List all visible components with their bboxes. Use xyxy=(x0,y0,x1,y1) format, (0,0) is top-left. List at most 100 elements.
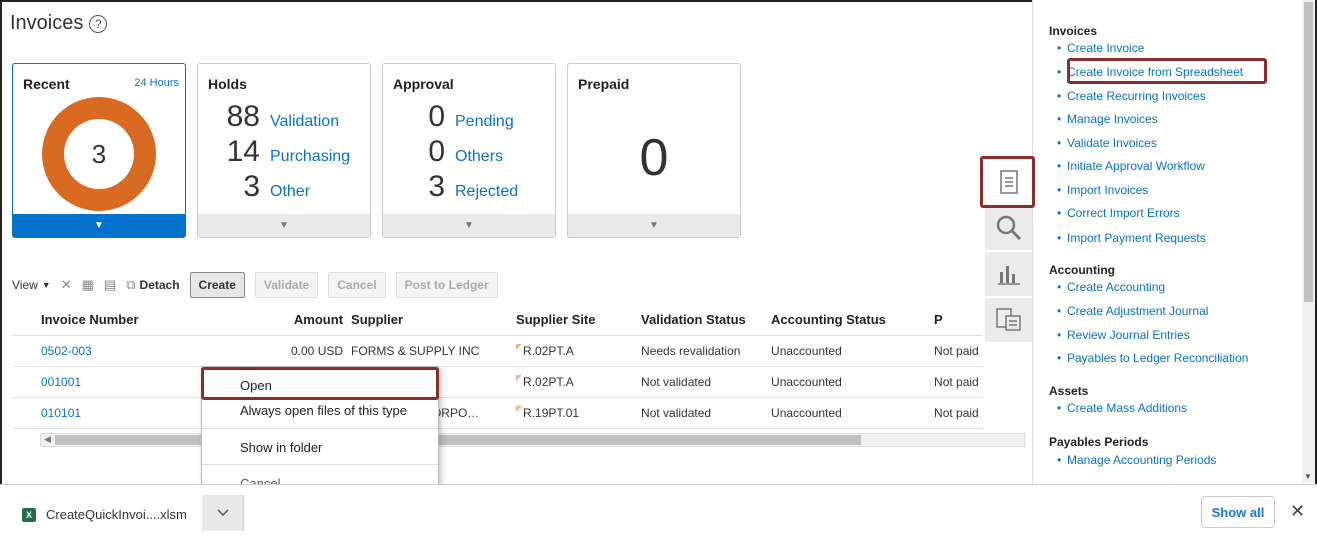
column-header-validation-status[interactable]: Validation Status xyxy=(637,305,768,336)
holds-card[interactable]: Holds 88 Validation 14 Purchasing 3 Othe… xyxy=(197,63,371,238)
delete-icon[interactable]: ✕ xyxy=(61,277,72,293)
column-header-invoice-number[interactable]: Invoice Number xyxy=(37,305,287,336)
prepaid-count: 0 xyxy=(639,129,669,187)
row-selector[interactable] xyxy=(12,366,37,398)
column-header-supplier-site[interactable]: Supplier Site xyxy=(512,305,638,336)
holds-purchasing-count: 14 xyxy=(226,135,260,168)
page-title: Invoices xyxy=(10,12,84,34)
row-selector[interactable] xyxy=(12,335,37,367)
supplier-site-cell: R.19PT.01 xyxy=(512,397,638,429)
approval-others-link[interactable]: Others xyxy=(455,148,503,166)
approval-rejected-metric[interactable]: 3 Rejected xyxy=(393,170,518,204)
row-selector[interactable] xyxy=(12,397,37,429)
column-header-supplier[interactable]: Supplier xyxy=(347,305,513,336)
approval-pending-link[interactable]: Pending xyxy=(455,113,514,131)
task-validate-invoices[interactable]: Validate Invoices xyxy=(1057,136,1157,150)
task-correct-import-errors[interactable]: Correct Import Errors xyxy=(1057,206,1180,220)
invoice-number-link[interactable]: 0502-003 xyxy=(37,335,287,367)
view-menu-label: View xyxy=(12,278,38,292)
tasks-icon[interactable] xyxy=(985,160,1033,204)
approval-others-count: 0 xyxy=(428,135,445,168)
menu-item-open[interactable]: Open xyxy=(240,378,272,393)
post-to-ledger-button[interactable]: Post to Ledger xyxy=(395,272,498,298)
caret-down-icon: ▼ xyxy=(41,280,51,290)
table-row[interactable]: 001001 PPLY INC R.02PT.A Not validated U… xyxy=(12,366,983,398)
scroll-down-icon[interactable]: ▼ xyxy=(1304,472,1312,481)
task-review-journal-entries[interactable]: Review Journal Entries xyxy=(1057,328,1190,342)
tasks-section-assets: Assets xyxy=(1049,384,1089,398)
holds-other-metric[interactable]: 3 Other xyxy=(208,170,310,204)
detach-button[interactable]: ⧉ Detach xyxy=(126,277,179,293)
help-icon[interactable]: ? xyxy=(89,14,108,33)
payment-status-cell: Not paid xyxy=(930,397,983,429)
approval-rejected-link[interactable]: Rejected xyxy=(455,183,518,201)
accounting-status-cell: Unaccounted xyxy=(767,397,931,429)
tasks-panel: Invoices Create Invoice Create Invoice f… xyxy=(1032,0,1302,483)
recent-card[interactable]: Recent 24 Hours 3 ▼ xyxy=(12,63,186,238)
menu-item-show-in-folder[interactable]: Show in folder xyxy=(240,440,322,455)
holds-other-count: 3 xyxy=(243,170,260,203)
holds-validation-metric[interactable]: 88 Validation xyxy=(208,100,339,134)
holds-other-link[interactable]: Other xyxy=(270,183,310,201)
create-button[interactable]: Create xyxy=(189,272,245,298)
reports-icon[interactable] xyxy=(985,298,1033,342)
chevron-down-icon[interactable]: ▼ xyxy=(383,214,555,237)
chevron-down-icon[interactable]: ▼ xyxy=(13,214,185,237)
column-header-payment-status[interactable]: P xyxy=(930,305,983,336)
scrollbar-thumb[interactable] xyxy=(1304,2,1313,302)
task-create-recurring-invoices[interactable]: Create Recurring Invoices xyxy=(1057,89,1206,103)
scroll-left-icon[interactable]: ◀ xyxy=(44,434,51,445)
task-create-invoice[interactable]: Create Invoice xyxy=(1057,41,1144,55)
invoices-table: Invoice Number Amount Supplier Supplier … xyxy=(12,305,983,429)
task-manage-accounting-periods[interactable]: Manage Accounting Periods xyxy=(1057,453,1216,467)
task-initiate-approval-workflow[interactable]: Initiate Approval Workflow xyxy=(1057,159,1205,173)
task-create-invoice-from-spreadsheet[interactable]: Create Invoice from Spreadsheet xyxy=(1057,65,1243,79)
recent-donut-chart[interactable]: 3 xyxy=(42,97,156,211)
task-manage-invoices[interactable]: Manage Invoices xyxy=(1057,112,1158,126)
task-import-invoices[interactable]: Import Invoices xyxy=(1057,183,1148,197)
show-all-button[interactable]: Show all xyxy=(1201,496,1275,528)
horizontal-scrollbar[interactable]: ◀ xyxy=(40,433,1025,447)
wrap-icon[interactable]: ▤ xyxy=(104,277,116,293)
menu-divider xyxy=(202,464,438,465)
holds-validation-link[interactable]: Validation xyxy=(270,113,339,131)
task-create-mass-additions[interactable]: Create Mass Additions xyxy=(1057,401,1187,415)
prepaid-card[interactable]: Prepaid 0 ▼ xyxy=(567,63,741,238)
search-icon[interactable] xyxy=(985,206,1033,250)
supplier-site-cell: R.02PT.A xyxy=(512,366,638,398)
recent-period-link[interactable]: 24 Hours xyxy=(134,77,179,89)
chart-icon[interactable] xyxy=(985,252,1033,296)
column-header-amount[interactable]: Amount xyxy=(287,305,348,336)
approval-others-metric[interactable]: 0 Others xyxy=(393,135,503,169)
validation-status-cell: Not validated xyxy=(637,397,768,429)
approval-card[interactable]: Approval 0 Pending 0 Others 3 Rejected ▼ xyxy=(382,63,556,238)
tasks-section-invoices: Invoices xyxy=(1049,24,1098,38)
menu-item-always-open[interactable]: Always open files of this type xyxy=(240,403,407,418)
holds-purchasing-link[interactable]: Purchasing xyxy=(270,148,350,166)
tasks-section-accounting: Accounting xyxy=(1049,263,1115,277)
chevron-down-icon[interactable] xyxy=(202,495,244,531)
scrollbar-thumb[interactable] xyxy=(55,435,861,445)
cancel-button[interactable]: Cancel xyxy=(328,272,386,298)
task-import-payment-requests[interactable]: Import Payment Requests xyxy=(1057,231,1206,245)
task-payables-to-ledger-reconciliation[interactable]: Payables to Ledger Reconciliation xyxy=(1057,351,1248,365)
flag-icon xyxy=(516,405,523,412)
task-create-accounting[interactable]: Create Accounting xyxy=(1057,280,1165,294)
table-row[interactable]: 010101 DLY BAG CORPO… R.19PT.01 Not vali… xyxy=(12,397,983,429)
vertical-scrollbar[interactable]: ▼ xyxy=(1302,0,1315,483)
column-header-accounting-status[interactable]: Accounting Status xyxy=(767,305,931,336)
approval-pending-count: 0 xyxy=(428,100,445,133)
page-title-area: Invoices ? xyxy=(10,12,108,35)
chevron-down-icon[interactable]: ▼ xyxy=(568,214,740,237)
holds-purchasing-metric[interactable]: 14 Purchasing xyxy=(208,135,350,169)
table-toolbar: View ▼ ✕ ▦ ▤ ⧉ Detach Create Validate Canc… xyxy=(12,270,498,300)
close-icon[interactable]: ✕ xyxy=(1290,501,1305,522)
task-create-adjustment-journal[interactable]: Create Adjustment Journal xyxy=(1057,304,1208,318)
view-menu[interactable]: View ▼ xyxy=(12,278,51,292)
chevron-down-icon[interactable]: ▼ xyxy=(198,214,370,237)
download-item[interactable]: X CreateQuickInvoi....xlsm xyxy=(22,507,187,522)
validate-button[interactable]: Validate xyxy=(254,272,319,298)
approval-pending-metric[interactable]: 0 Pending xyxy=(393,100,514,134)
freeze-icon[interactable]: ▦ xyxy=(82,277,94,293)
table-row[interactable]: 0502-003 0.00 USD FORMS & SUPPLY INC R.0… xyxy=(12,335,983,367)
